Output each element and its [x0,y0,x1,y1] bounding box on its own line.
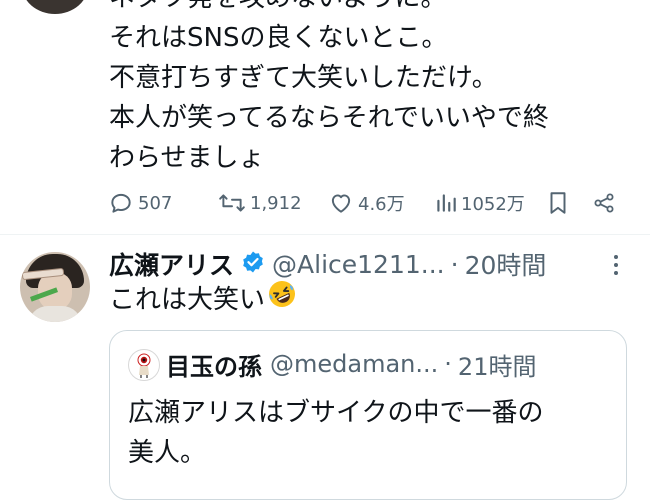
previous-tweet-line: わらせましょ [109,143,265,173]
quoted-separator-dot: · [444,350,452,378]
quoted-tweet-line: 広瀬アリスはブサイクの中で一番の [128,398,544,428]
quoted-user-handle[interactable]: @medaman... [270,350,438,378]
tweet-header: 広瀬アリス @Alice1211... · 20時間 [109,245,546,283]
share-button[interactable] [592,188,616,218]
quoted-tweet-line: 美人。 [128,438,207,468]
previous-tweet-action-bar: 507 1,912 4.6万 1052万 [0,188,650,218]
quoted-display-name[interactable]: 目玉の孫 [166,347,262,382]
retweet-button[interactable]: 1,912 [218,188,302,218]
bookmark-icon [547,190,569,216]
user-handle[interactable]: @Alice1211... [272,250,445,279]
rolling-laughing-emoji-icon [267,279,297,321]
separator-dot: · [450,249,459,279]
reply-count: 507 [138,192,173,214]
verified-badge-icon [241,250,265,278]
quoted-timestamp[interactable]: 21時間 [458,347,537,382]
retweet-count: 1,912 [250,192,302,214]
previous-tweet-line: ネタツ発を攻めないように。 [109,0,629,18]
more-options-button[interactable] [606,250,626,280]
views-count: 1052万 [461,194,525,215]
like-count: 4.6万 [358,194,405,215]
display-name[interactable]: 広瀬アリス [109,246,234,282]
quoted-tweet-card[interactable]: 目玉の孫 @medaman... · 21時間 広瀬アリスはブサイクの中で一番の… [109,330,627,500]
previous-tweet-avatar[interactable] [22,0,88,14]
quoted-tweet-header: 目玉の孫 @medaman... · 21時間 [166,347,536,381]
timestamp[interactable]: 20時間 [465,246,547,282]
avatar[interactable] [20,252,90,322]
like-button[interactable]: 4.6万 [328,188,405,218]
tweet-text: これは大笑い [109,279,297,321]
retweet-icon [218,190,246,216]
previous-tweet-line: 不意打ちすぎて大笑いしただけ。 [109,63,498,93]
previous-tweet-line: 本人が笑ってるならそれでいいやで終 [109,103,549,133]
reply-icon [108,190,134,216]
tweet-body: これは大笑い [109,285,266,315]
views-button[interactable]: 1052万 [435,188,525,218]
tweet-divider [0,234,650,235]
heart-icon [328,190,354,216]
bookmark-button[interactable] [547,188,569,218]
previous-tweet-text: ネタツ発を攻めないように。 それはSNSの良くないとこ。 不意打ちすぎて大笑いし… [109,0,629,178]
more-vertical-icon [606,255,626,284]
views-icon [435,190,457,216]
quoted-avatar[interactable] [128,349,160,381]
quoted-tweet-text: 広瀬アリスはブサイクの中で一番の 美人。 [128,393,618,473]
share-icon [592,190,616,216]
reply-button[interactable]: 507 [108,188,172,218]
previous-tweet-line: それはSNSの良くないとこ。 [109,23,448,53]
